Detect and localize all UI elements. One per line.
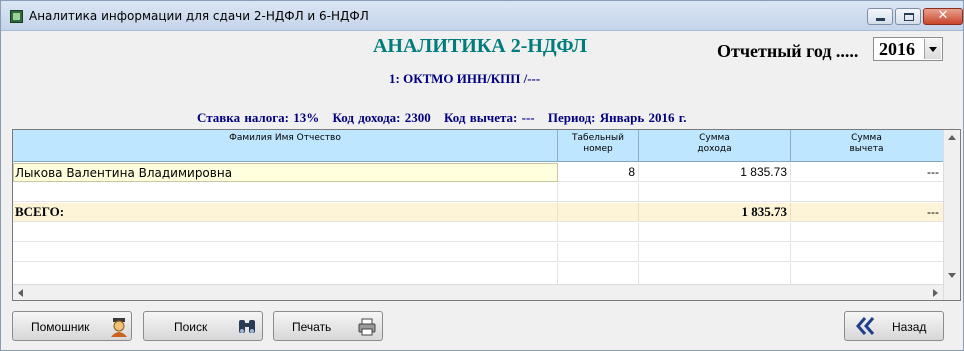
content-area: АНАЛИТИКА 2-НДФЛ Отчетный год ..... 2016… [9,31,961,347]
scroll-right-icon[interactable] [927,285,943,301]
title-bar[interactable]: Аналитика информации для сдачи 2-НДФЛ и … [1,1,963,31]
empty-cell [639,223,791,242]
column-header-name[interactable]: Фамилия Имя Отчество [13,130,558,161]
cell-deduction[interactable]: --- [791,163,942,182]
total-label: ВСЕГО: [13,203,558,222]
page-title-text: АНАЛИТИКА 2-НДФЛ [372,35,588,57]
scroll-up-icon[interactable] [944,130,960,146]
empty-cell [558,243,639,262]
empty-cell [639,263,791,284]
chevron-down-icon[interactable] [924,39,941,59]
minimize-button[interactable] [867,8,893,25]
back-button-label: Назад [892,320,927,334]
cell-income[interactable]: 1 835.73 [639,163,791,182]
scroll-left-icon[interactable] [13,285,29,301]
binoculars-icon [236,317,258,337]
maximize-button[interactable] [895,8,921,25]
print-button[interactable]: Печать [273,311,383,341]
table-row-empty [13,223,943,242]
back-button[interactable]: Назад [844,311,944,341]
close-button[interactable]: ✕ [923,8,963,25]
income-code: Код дохода: 2300 [332,110,431,125]
empty-cell [639,183,791,202]
printer-icon [356,317,378,337]
print-button-label: Печать [292,320,332,334]
app-window: Аналитика информации для сдачи 2-НДФЛ и … [0,0,964,351]
horizontal-scrollbar[interactable] [13,284,943,300]
report-year-value: 2016 [879,39,915,59]
app-icon [10,10,23,23]
cell-tab-no[interactable]: 8 [558,163,639,182]
total-income: 1 835.73 [639,203,791,222]
empty-cell [13,263,558,284]
double-chevron-left-icon [855,316,877,336]
table-row[interactable]: Лыкова Валентина Владимировна 8 1 835.73… [13,163,943,182]
empty-cell [639,243,791,262]
deduction-code: Код вычета: --- [444,110,535,125]
window-title: Аналитика информации для сдачи 2-НДФЛ и … [29,9,369,23]
table-total-row: ВСЕГО: 1 835.73 --- [13,203,943,222]
total-empty-cell [558,203,639,222]
column-header-deduction[interactable]: Сумма вычета [791,130,942,161]
empty-cell [558,183,639,202]
helper-button[interactable]: Помошник [12,311,132,341]
oktmo-subtitle: 1: ОКТМО ИНН/КПП /--- [389,71,541,86]
tax-info-line: Ставка налога: 13% Код дохода: 2300 Код … [197,110,695,126]
helper-person-icon [108,317,130,337]
cell-name[interactable]: Лыкова Валентина Владимировна [13,163,558,182]
period: Период: Январь 2016 г. [547,110,687,125]
search-button[interactable]: Поиск [143,311,263,341]
close-icon: ✕ [937,8,949,23]
table-row-empty [13,263,943,284]
search-button-label: Поиск [174,320,208,334]
employees-table[interactable]: Фамилия Имя Отчество Табельный номер Сум… [12,129,961,301]
helper-button-label: Помошник [31,320,90,334]
column-header-tab-no[interactable]: Табельный номер [558,130,639,161]
scroll-down-icon[interactable] [944,267,960,283]
column-header-income[interactable]: Сумма дохода [639,130,791,161]
empty-cell [13,243,558,262]
total-deduction: --- [927,205,939,219]
table-row-empty [13,183,943,202]
tax-rate: Ставка налога: 13% [197,110,320,125]
report-year-select[interactable]: 2016 [873,37,943,61]
empty-cell [13,183,558,202]
empty-cell [558,263,639,284]
vertical-scrollbar[interactable] [943,130,960,300]
empty-cell [558,223,639,242]
report-year-label: Отчетный год ..... [717,41,859,61]
maximize-icon [904,13,914,21]
minimize-icon [876,18,885,21]
table-row-empty [13,243,943,262]
table-header: Фамилия Имя Отчество Табельный номер Сум… [13,130,943,162]
empty-cell [13,223,558,242]
